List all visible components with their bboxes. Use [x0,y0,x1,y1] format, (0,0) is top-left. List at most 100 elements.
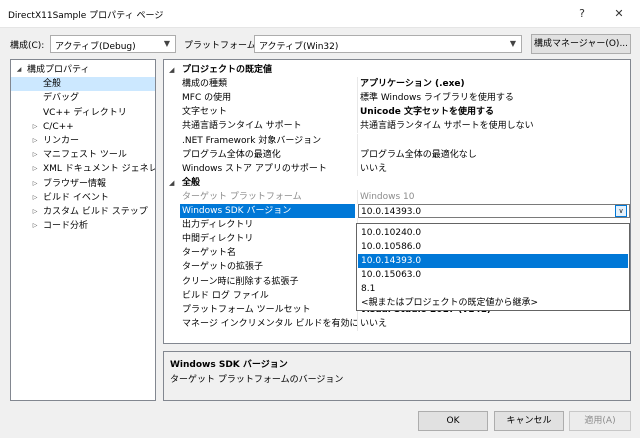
property-name: プラットフォーム ツールセット [182,304,311,315]
help-button[interactable]: ? [571,4,593,24]
tree-item[interactable]: ▷ ビルド イベント [11,191,155,205]
dropdown-option[interactable]: 8.1 [358,282,628,296]
column-separator [357,189,358,204]
tree-item-label: ビルド イベント [43,192,109,203]
property-row[interactable]: マネージ インクリメンタル ビルドを有効にするいいえ [164,316,630,331]
tree-item-label: VC++ ディレクトリ [43,107,127,118]
platform-value: アクティブ(Win32) [259,42,339,52]
category-name: 全般 [182,177,201,188]
expand-icon[interactable]: ▷ [31,120,39,134]
tree-item[interactable]: VC++ ディレクトリ [11,106,155,120]
property-name: Windows SDK バージョン [180,204,355,218]
property-value: いいえ [360,163,388,174]
property-name: ターゲット プラットフォーム [182,191,302,202]
apply-button[interactable]: 適用(A) [569,411,631,431]
config-manager-button[interactable]: 構成マネージャー(O)... [531,34,631,54]
property-value: Windows 10 [360,191,415,202]
expand-icon[interactable]: ▷ [31,205,39,219]
chevron-down-icon: ▼ [163,39,171,48]
config-label: 構成(C): [10,41,45,51]
property-category[interactable]: ◢ 全般 [164,175,630,190]
tree-item-label: マニフェスト ツール [43,150,127,161]
column-separator [357,77,358,92]
property-row[interactable]: 文字セット Unicode 文字セットを使用する [164,105,630,120]
dropdown-option[interactable]: <親またはプロジェクトの既定値から継承> [358,296,628,310]
column-separator [357,133,358,148]
expand-icon[interactable]: ▷ [31,162,39,176]
tree-item-label: 全般 [43,79,62,90]
collapse-icon[interactable]: ◢ [15,63,23,77]
column-separator [357,105,358,120]
expand-icon[interactable]: ▷ [31,219,39,233]
description-panel: Windows SDK バージョン ターゲット プラットフォームのバージョン [163,351,631,401]
property-value[interactable]: 10.0.14393.0 [358,204,630,218]
collapse-icon[interactable]: ◢ [169,176,174,190]
tree-item[interactable]: デバッグ [11,91,155,105]
dropdown-option[interactable]: 10.0.14393.0 [358,254,628,268]
dropdown-option[interactable]: 10.0.15063.0 [358,268,628,282]
dropdown-option[interactable]: 10.0.10240.0 [358,226,628,240]
config-combo[interactable]: アクティブ(Debug) ▼ [50,35,176,53]
description-title: Windows SDK バージョン [170,360,288,370]
property-row[interactable]: .NET Framework 対象バージョン [164,133,630,148]
tree-item-label: 構成プロパティ [27,65,90,75]
property-name: 文字セット [182,107,228,118]
config-toolbar: 構成(C): アクティブ(Debug) ▼ プラットフォーム(P): アクティブ… [0,33,640,55]
property-name: ビルド ログ ファイル [182,290,269,301]
platform-combo[interactable]: アクティブ(Win32) ▼ [254,35,522,53]
tree-item[interactable]: ▷ ブラウザー情報 [11,177,155,191]
chevron-down-icon: ▼ [509,39,517,48]
property-category[interactable]: ◢ プロジェクトの既定値 [164,63,630,77]
column-separator [357,147,358,162]
sdk-version-dropdown-list[interactable]: 10.0.10240.0 10.0.10586.0 10.0.14393.0 10.0… [356,223,630,311]
tree-item[interactable]: ▷ マニフェスト ツール [11,148,155,162]
property-value: アプリケーション (.exe) [360,79,465,90]
dropdown-arrow-icon[interactable]: ∨ [615,205,627,217]
property-value: いいえ [360,318,388,329]
window-title: DirectX11Sample プロパティ ページ [8,11,164,21]
tree-item[interactable]: ▷ C/C++ [11,120,155,134]
expand-icon[interactable]: ▷ [31,191,39,205]
property-row[interactable]: 構成の種類 アプリケーション (.exe) [164,77,630,92]
expand-icon[interactable]: ▷ [31,134,39,148]
expand-icon[interactable]: ▷ [31,177,39,191]
property-value: プログラム全体の最適化なし [360,149,477,160]
tree-item[interactable]: ▷ コード分析 [11,219,155,233]
tree-item-label: C/C++ [43,121,74,132]
column-separator [357,91,358,106]
config-value: アクティブ(Debug) [55,42,136,52]
property-row[interactable]: 共通言語ランタイム サポート 共通言語ランタイム サポートを使用しない [164,119,630,134]
property-name: MFC の使用 [182,93,232,104]
dropdown-option[interactable]: 10.0.10586.0 [358,240,628,254]
property-name: .NET Framework 対象バージョン [182,135,322,146]
category-tree[interactable]: ◢ 構成プロパティ 全般 デバッグ VC++ ディレクトリ ▷ C/C++ ▷ リンカー ▷ マニフ… [10,59,156,401]
expand-icon[interactable]: ▷ [31,148,39,162]
tree-item-label: ブラウザー情報 [43,178,107,189]
tree-item[interactable]: 全般 [11,77,155,92]
column-separator [357,161,358,176]
cancel-button[interactable]: キャンセル [494,411,564,431]
column-separator [357,119,358,134]
tree-item-label: コード分析 [43,221,89,232]
property-name: ターゲット名 [182,248,237,259]
ok-button[interactable]: OK [418,411,488,431]
tree-item[interactable]: ◢ 構成プロパティ [11,63,155,77]
property-name: プログラム全体の最適化 [182,149,281,160]
category-name: プロジェクトの既定値 [182,65,273,75]
property-row[interactable]: Windows ストア アプリのサポート いいえ [164,161,630,176]
tree-item[interactable]: ▷ XML ドキュメント ジェネレーター [11,162,155,176]
title-bar: DirectX11Sample プロパティ ページ ? ✕ [0,0,640,28]
property-row[interactable]: Windows SDK バージョン 10.0.14393.0 ∨ [164,204,630,218]
property-value: 標準 Windows ライブラリを使用する [360,93,514,104]
property-name: クリーン時に削除する拡張子 [182,276,299,287]
tree-item[interactable]: ▷ カスタム ビルド ステップ [11,205,155,219]
property-row[interactable]: MFC の使用 標準 Windows ライブラリを使用する [164,91,630,106]
close-button[interactable]: ✕ [608,4,630,24]
property-name: 構成の種類 [182,79,228,90]
property-row[interactable]: ターゲット プラットフォーム Windows 10 [164,189,630,204]
description-text: ターゲット プラットフォームのバージョン [170,375,344,385]
property-name: 共通言語ランタイム サポート [182,121,302,132]
property-row[interactable]: プログラム全体の最適化 プログラム全体の最適化なし [164,147,630,162]
tree-item[interactable]: ▷ リンカー [11,134,155,148]
collapse-icon[interactable]: ◢ [169,63,174,77]
